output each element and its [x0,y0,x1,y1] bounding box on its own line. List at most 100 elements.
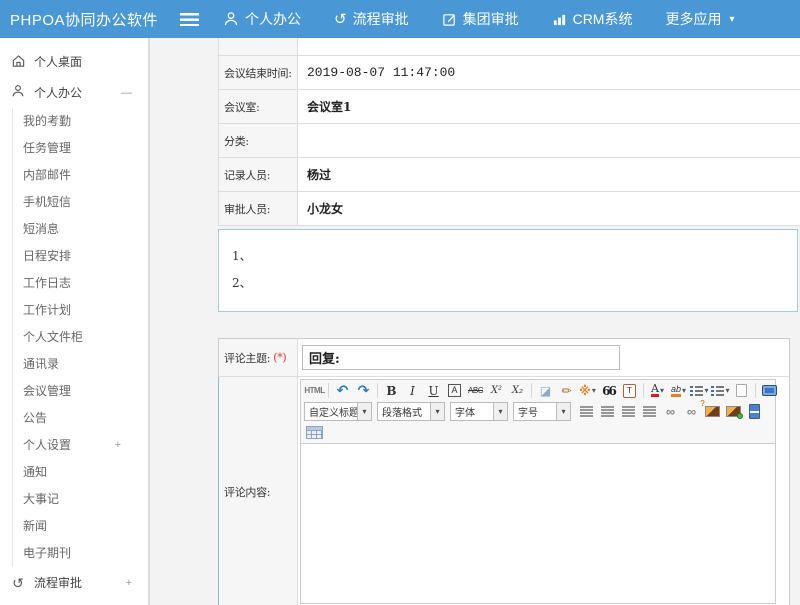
align-justify-icon [643,406,656,417]
font-size-select[interactable]: 字号 ▾ [513,402,571,421]
nav-item-personal-office[interactable]: 个人办公 [223,9,301,29]
nav-item-group-approval[interactable]: 集团审批 [442,9,519,29]
format-painter-button[interactable]: ✏ [557,381,576,400]
unlink-button[interactable]: ∞ ? [682,402,701,421]
editor-content-area[interactable] [301,443,775,603]
insert-media-button[interactable] [745,402,764,421]
align-left-icon [580,406,593,417]
subscript-button[interactable]: X₂ [508,381,527,400]
unordered-list-button[interactable]: ▾ [711,381,730,400]
new-document-button[interactable] [732,381,751,400]
field-value [298,124,800,157]
history-icon: ↺ [334,12,347,27]
comment-subject-label: 评论主题: (*) [219,339,298,376]
sidebar-item-notification[interactable]: 通知 [23,459,148,486]
field-label: 分类: [219,124,298,157]
bold-button[interactable]: B [382,381,401,400]
sidebar-item-label: 个人桌面 [34,53,82,70]
auto-typeset-button[interactable]: ※ ▾ [578,381,597,400]
align-center-button[interactable] [598,402,617,421]
history-icon: ↺ [10,576,26,590]
caret-down-icon: ▾ [729,14,734,25]
clipboard-icon: T [623,384,636,398]
sidebar-item-task-management[interactable]: 任务管理 [23,135,148,162]
highlight-color-button[interactable]: ab ▾ [669,381,688,400]
paragraph-format-select[interactable]: 段落格式 ▾ [377,402,445,421]
nav-item-label: 集团审批 [463,9,519,29]
nav-item-label: 个人办公 [245,9,301,29]
insert-table-button[interactable] [305,423,324,442]
link-button[interactable]: ∞ [661,402,680,421]
nav-item-more-apps[interactable]: 更多应用 ▾ [665,9,734,29]
collapse-icon[interactable]: — [121,87,132,99]
sidebar-item-personal-office[interactable]: 个人办公 — [0,77,148,108]
heading-select[interactable]: 自定义标题 ▾ [304,402,372,421]
expand-icon[interactable]: + [126,577,132,589]
comment-subject-input[interactable] [302,345,620,370]
superscript-button[interactable]: X² [487,381,506,400]
align-justify-button[interactable] [640,402,659,421]
sidebar-item-internal-mail[interactable]: 内部邮件 [23,162,148,189]
undo-button[interactable]: ↶ [333,381,352,400]
magic-wand-icon: ※ [579,384,591,398]
user-icon [10,84,26,101]
sidebar-item-sms[interactable]: 手机短信 [23,189,148,216]
home-icon [10,53,26,71]
menu-icon[interactable] [180,13,199,26]
caret-down-icon: ▾ [704,386,708,395]
sidebar-item-personal-settings[interactable]: 个人设置 + [23,432,148,459]
user-icon [223,11,239,27]
caret-down-icon: ▾ [592,386,596,395]
ordered-list-icon [690,385,703,396]
align-right-button[interactable] [619,402,638,421]
sidebar-item-announcement[interactable]: 公告 [23,405,148,432]
sidebar-item-desktop[interactable]: 个人桌面 [0,46,148,77]
field-label: 会议室: [219,90,298,123]
comment-form: 评论主题: (*) 评论内容: HTML [218,338,790,605]
sidebar-item-short-message[interactable]: 短消息 [23,216,148,243]
expand-icon[interactable]: + [115,432,121,459]
italic-button[interactable]: I [403,381,422,400]
field-value: 2019-08-07 11:47:00 [298,56,800,89]
sidebar-item-meeting-management[interactable]: 会议管理 [23,378,148,405]
blockquote-button[interactable]: 66 [599,381,618,400]
caret-down-icon: ▾ [430,403,444,420]
sidebar-item-work-plan[interactable]: 工作计划 [23,297,148,324]
fullscreen-button[interactable] [760,381,779,400]
font-family-select[interactable]: 字体 ▾ [450,402,508,421]
table-row-end-time: 会议结束时间: 2019-08-07 11:47:00 [219,56,800,90]
sidebar-item-memorabilia[interactable]: 大事记 [23,486,148,513]
strikethrough-button[interactable]: ABC [466,381,485,400]
align-center-icon [601,406,614,417]
sidebar-item-attendance[interactable]: 我的考勤 [23,108,148,135]
redo-button[interactable]: ↷ [354,381,373,400]
ordered-list-button[interactable]: ▾ [690,381,709,400]
insert-image-button[interactable] [703,402,722,421]
sidebar-item-file-cabinet[interactable]: 个人文件柜 [23,324,148,351]
highlight-icon: ab [671,385,681,397]
table-row-recorder: 记录人员: 杨过 [219,158,800,192]
field-label: 审批人员: [219,192,298,225]
meeting-content-box: 1、 2、 [218,229,798,312]
sidebar-item-workflow-approval[interactable]: ↺ 流程审批 + [0,567,148,598]
nav-item-label: 流程审批 [353,9,409,29]
html-source-button[interactable]: HTML [305,381,324,400]
caret-down-icon: ▾ [493,403,507,420]
sidebar-item-news[interactable]: 新闻 [23,513,148,540]
font-color-button[interactable]: A ▾ [648,381,667,400]
sidebar-item-contacts[interactable]: 通讯录 [23,351,148,378]
unordered-list-icon [711,385,724,396]
nav-item-workflow-approval[interactable]: ↺ 流程审批 [334,9,409,29]
font-style-icon[interactable]: A [448,384,460,397]
sidebar-item-schedule[interactable]: 日程安排 [23,243,148,270]
align-left-button[interactable] [577,402,596,421]
remove-format-button[interactable]: ◪ [536,381,555,400]
sidebar-item-e-journal[interactable]: 电子期刊 [23,540,148,567]
upload-image-button[interactable] [724,402,743,421]
nav-item-crm[interactable]: CRM系统 [552,9,633,29]
paste-button[interactable]: T [620,381,639,400]
sidebar-item-work-diary[interactable]: 工作日志 [23,270,148,297]
underline-button[interactable]: U [424,381,443,400]
font-color-icon: A [651,384,659,397]
image-icon [705,406,720,417]
